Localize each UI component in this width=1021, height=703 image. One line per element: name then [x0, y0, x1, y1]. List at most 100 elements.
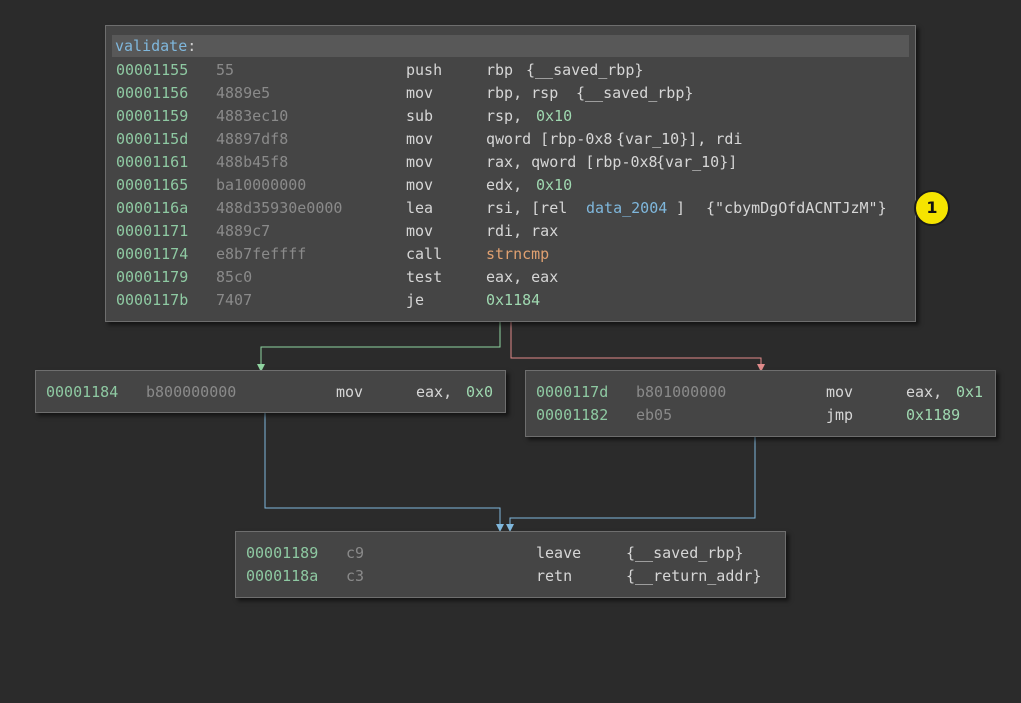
address[interactable]: 00001156	[116, 82, 188, 105]
opcode-bytes: eb05	[636, 406, 673, 424]
address[interactable]: 0000116a	[116, 197, 188, 220]
basic-block-entry[interactable]: validate: 00001155 55 push rbp {__saved_…	[105, 25, 916, 322]
operand-annotation[interactable]: {__saved_rbp}	[526, 59, 643, 82]
operand-annotation[interactable]: {__saved_rbp}	[626, 542, 743, 565]
immediate-value[interactable]: 0x0	[466, 381, 493, 404]
mnemonic: mov	[826, 383, 854, 401]
opcode-bytes: e8b7feffff	[216, 245, 307, 263]
mnemonic: mov	[406, 222, 434, 240]
opcode-bytes: ba10000000	[216, 176, 307, 194]
address[interactable]: 00001174	[116, 243, 188, 266]
mnemonic: mov	[406, 84, 434, 102]
instruction-row[interactable]: 0000117d b801000000 mov eax, 0x1	[536, 381, 991, 404]
instruction-row[interactable]: 0000117b 7407 je 0x1184	[116, 289, 906, 312]
operand[interactable]: rbp	[486, 59, 513, 82]
function-name[interactable]: validate	[115, 37, 187, 55]
instruction-row[interactable]: 0000118a c3 retn {__return_addr}	[246, 565, 781, 588]
mnemonic: call	[406, 245, 443, 263]
opcode-bytes: c3	[346, 567, 365, 585]
opcode-bytes: 4889c7	[216, 222, 271, 240]
basic-block-true-branch[interactable]: 00001184 b800000000 mov eax, 0x0	[35, 370, 506, 413]
address[interactable]: 0000118a	[246, 565, 318, 588]
operand[interactable]: qword [rbp-0x8	[486, 128, 612, 151]
edge-true-branch	[257, 322, 501, 372]
address[interactable]: 00001189	[246, 542, 318, 565]
instruction-row[interactable]: 00001174 e8b7feffff call strncmp	[116, 243, 906, 266]
opcode-bytes: 488b45f8	[216, 153, 289, 171]
basic-block-exit[interactable]: 00001189 c9 leave {__saved_rbp} 0000118a…	[235, 531, 786, 598]
mnemonic: push	[406, 61, 443, 79]
operand[interactable]: edx,	[486, 174, 522, 197]
instruction-row[interactable]: 00001159 4883ec10 sub rsp, 0x10	[116, 105, 906, 128]
operand-annotation[interactable]: {__saved_rbp}	[576, 82, 693, 105]
address[interactable]: 00001171	[116, 220, 188, 243]
instruction-row[interactable]: 00001171 4889c7 mov rdi, rax	[116, 220, 906, 243]
opcode-bytes: 488d35930e0000	[216, 199, 343, 217]
address[interactable]: 00001179	[116, 266, 188, 289]
instruction-row[interactable]: 0000116a 488d35930e0000 lea rsi, [rel da…	[116, 197, 906, 220]
basic-block-false-branch[interactable]: 0000117d b801000000 mov eax, 0x1 0000118…	[525, 370, 996, 437]
address[interactable]: 0000117b	[116, 289, 188, 312]
opcode-bytes: b801000000	[636, 383, 727, 401]
operand[interactable]: eax,	[416, 381, 452, 404]
instruction-row[interactable]: 00001182 eb05 jmp 0x1189	[536, 404, 991, 427]
operand[interactable]: eax,	[906, 381, 942, 404]
operand[interactable]: rsi, [rel	[486, 197, 567, 220]
instruction-row[interactable]: 00001184 b800000000 mov eax, 0x0	[46, 381, 501, 404]
address[interactable]: 0000117d	[536, 381, 608, 404]
operand[interactable]: rax, qword [rbp-0x8	[486, 151, 658, 174]
mnemonic: sub	[406, 107, 434, 125]
immediate-value[interactable]: 0x10	[536, 174, 572, 197]
instruction-row[interactable]: 00001179 85c0 test eax, eax	[116, 266, 906, 289]
opcode-bytes: c9	[346, 544, 365, 562]
operand[interactable]: eax, eax	[486, 266, 558, 289]
operand-annotation[interactable]: {var_10}], rdi	[616, 128, 742, 151]
jump-target[interactable]: 0x1184	[486, 289, 540, 312]
address[interactable]: 00001165	[116, 174, 188, 197]
mnemonic: lea	[406, 199, 434, 217]
address[interactable]: 00001184	[46, 381, 118, 404]
opcode-bytes: 85c0	[216, 268, 253, 286]
address[interactable]: 00001182	[536, 404, 608, 427]
mnemonic: mov	[406, 153, 434, 171]
instruction-row[interactable]: 00001189 c9 leave {__saved_rbp}	[246, 542, 781, 565]
address[interactable]: 00001159	[116, 105, 188, 128]
mnemonic: jmp	[826, 406, 854, 424]
mnemonic: je	[406, 291, 425, 309]
mnemonic: mov	[336, 383, 364, 401]
address[interactable]: 0000115d	[116, 128, 188, 151]
opcode-bytes: b800000000	[146, 383, 237, 401]
opcode-bytes: 7407	[216, 291, 253, 309]
operand-annotation[interactable]: {__return_addr}	[626, 565, 761, 588]
immediate-value[interactable]: 0x1	[956, 381, 983, 404]
instruction-row[interactable]: 00001155 55 push rbp {__saved_rbp}	[116, 59, 906, 82]
data-symbol[interactable]: data_2004	[586, 197, 667, 220]
instruction-row[interactable]: 00001165 ba10000000 mov edx, 0x10	[116, 174, 906, 197]
call-target[interactable]: strncmp	[486, 243, 549, 266]
opcode-bytes: 55	[216, 61, 235, 79]
edge-true-to-exit	[264, 413, 504, 532]
opcode-bytes: 4883ec10	[216, 107, 289, 125]
jump-target[interactable]: 0x1189	[906, 404, 960, 427]
opcode-bytes: 4889e5	[216, 84, 271, 102]
function-label[interactable]: validate:	[112, 35, 909, 57]
immediate-value[interactable]: 0x10	[536, 105, 572, 128]
instruction-row[interactable]: 0000115d 48897df8 mov qword [rbp-0x8 {va…	[116, 128, 906, 151]
operand-bracket: ]	[676, 199, 686, 217]
address[interactable]: 00001155	[116, 59, 188, 82]
mnemonic: mov	[406, 176, 434, 194]
operand-annotation[interactable]: {var_10}]	[656, 151, 737, 174]
annotation-badge[interactable]: 1	[914, 190, 950, 226]
operand[interactable]: rsp,	[486, 105, 522, 128]
opcode-bytes: 48897df8	[216, 130, 289, 148]
mnemonic: mov	[406, 130, 434, 148]
mnemonic: test	[406, 268, 443, 286]
mnemonic: retn	[536, 567, 573, 585]
operand[interactable]: rdi, rax	[486, 220, 558, 243]
string-annotation[interactable]: {"cbymDgOfdACNTJzM"}	[706, 197, 887, 220]
instruction-row[interactable]: 00001156 4889e5 mov rbp, rsp {__saved_rb…	[116, 82, 906, 105]
mnemonic: leave	[536, 544, 582, 562]
address[interactable]: 00001161	[116, 151, 188, 174]
operand[interactable]: rbp, rsp	[486, 82, 558, 105]
instruction-row[interactable]: 00001161 488b45f8 mov rax, qword [rbp-0x…	[116, 151, 906, 174]
